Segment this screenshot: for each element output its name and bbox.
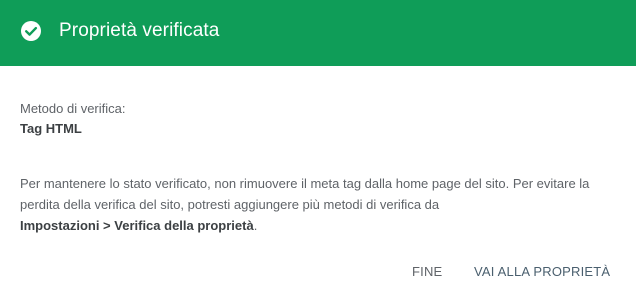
check-circle-icon — [20, 20, 42, 42]
settings-path: Impostazioni > Verifica della proprietà — [20, 218, 254, 233]
go-to-property-button[interactable]: VAI ALLA PROPRIETÀ — [474, 262, 610, 282]
note-text: Per mantenere lo stato verificato, non r… — [20, 176, 590, 212]
verification-method-label: Metodo di verifica: — [20, 101, 126, 116]
verification-note: Per mantenere lo stato verificato, non r… — [20, 173, 620, 236]
verification-method-value: Tag HTML — [20, 121, 82, 136]
dialog-title: Proprietà verificata — [59, 20, 220, 41]
dialog-header: Proprietà verificata — [0, 0, 636, 66]
done-button[interactable]: FINE — [412, 262, 442, 282]
note-text-end: . — [253, 218, 258, 233]
verification-dialog: Proprietà verificata Metodo di verifica:… — [0, 0, 636, 302]
